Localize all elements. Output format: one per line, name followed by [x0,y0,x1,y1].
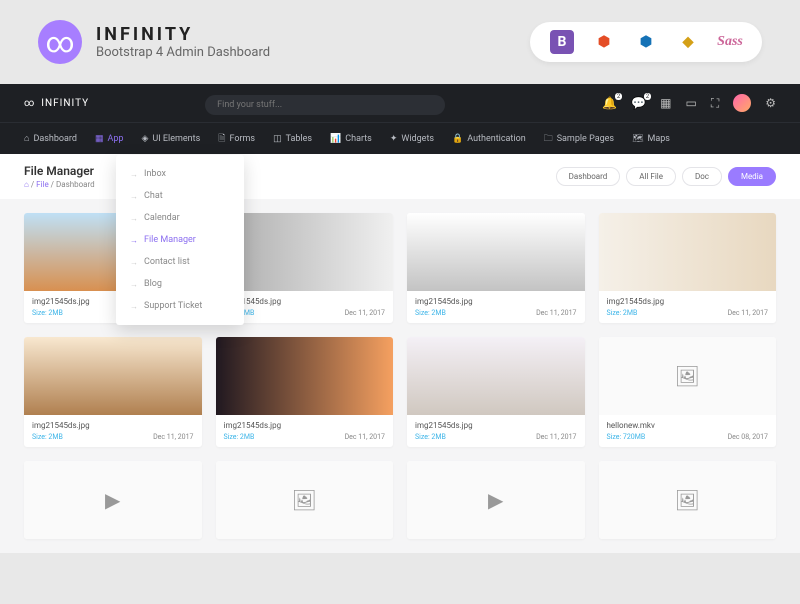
file-name: img21545ds.jpg [415,297,577,306]
file-card[interactable]: 🖼 hellonew.mkv Size: 720MB Dec 08, 2017 [599,337,777,447]
file-size: Size: 2MB [415,309,446,317]
file-thumbnail [24,337,202,415]
nav-sample-pages[interactable]: 🗀 Sample Pages [544,131,614,147]
infinity-icon: ∞ [24,98,35,109]
file-thumbnail [599,213,777,291]
search-input[interactable] [205,95,445,115]
filter-doc[interactable]: Doc [682,167,722,186]
file-size: Size: 2MB [224,433,255,441]
file-name: hellonew.mkv [607,421,769,430]
file-date: Dec 11, 2017 [345,309,385,317]
topbar: ∞ INFINITY 🔔2 💬2 ▦ ▭ ⛶ ⚙ [0,84,800,122]
image-placeholder-icon: 🖼 [599,337,777,415]
tech-badges: B ⬢ ⬢ ◆ Sass [530,22,762,62]
file-size: Size: 720MB [607,433,646,441]
settings-icon[interactable]: ⚙ [765,96,776,110]
dropdown-blog[interactable]: Blog [116,273,244,295]
file-date: Dec 08, 2017 [728,433,768,441]
nav-app[interactable]: ▦ App [95,134,124,144]
dropdown-file-manager[interactable]: File Manager [116,229,244,251]
search-container [205,92,445,115]
promo-brand: INFINITY [96,24,270,45]
page-title: File Manager [24,164,95,178]
file-thumbnail [216,337,394,415]
main-nav: ⌂ Dashboard ▦ App ◈ UI Elements 🗎 Forms … [0,122,800,154]
nav-tables[interactable]: ◫ Tables [273,134,312,144]
dropdown-support-ticket[interactable]: Support Ticket [116,295,244,317]
css3-icon: ⬢ [634,30,658,54]
dropdown-contact-list[interactable]: Contact list [116,251,244,273]
file-name: img21545ds.jpg [224,421,386,430]
image-placeholder-icon: 🖼 [599,461,777,539]
file-size: Size: 2MB [32,309,63,317]
app-brand-text: INFINITY [41,98,89,109]
nav-charts[interactable]: 📊 Charts [330,134,372,144]
file-card[interactable]: img21545ds.jpg Size: 2MB Dec 11, 2017 [599,213,777,323]
file-card[interactable]: ▶ [407,461,585,539]
file-card[interactable]: img21545ds.jpg Size: 2MB Dec 11, 2017 [216,337,394,447]
video-placeholder-icon: ▶ [24,461,202,539]
video-placeholder-icon: ▶ [407,461,585,539]
promo-logo-icon: ∞ [38,20,82,64]
apps-icon[interactable]: ▦ [660,96,671,110]
file-card[interactable]: img21545ds.jpg Size: 2MB Dec 11, 2017 [407,213,585,323]
file-name: img21545ds.jpg [415,421,577,430]
breadcrumb: ⌂ / File / Dashboard [24,180,95,189]
nav-authentication[interactable]: 🔒 Authentication [452,134,526,144]
file-card[interactable]: img21545ds.jpg Size: 2MB Dec 11, 2017 [407,337,585,447]
promo-header: ∞ INFINITY Bootstrap 4 Admin Dashboard B… [0,0,800,84]
file-date: Dec 11, 2017 [728,309,768,317]
app-brand[interactable]: ∞ INFINITY [24,98,89,109]
file-thumbnail [407,337,585,415]
crumb-file[interactable]: File [36,180,49,189]
file-thumbnail [407,213,585,291]
file-size: Size: 2MB [607,309,638,317]
notifications-icon[interactable]: 🔔2 [602,96,617,110]
file-size: Size: 2MB [32,433,63,441]
file-card[interactable]: 🖼 [216,461,394,539]
cards-icon[interactable]: ▭ [685,96,696,110]
fullscreen-icon[interactable]: ⛶ [711,96,719,111]
nav-widgets[interactable]: ✦ Widgets [390,134,434,144]
html5-icon: ⬢ [592,30,616,54]
home-icon[interactable]: ⌂ [24,180,29,189]
file-date: Dec 11, 2017 [536,309,576,317]
nav-forms[interactable]: 🗎 Forms [218,131,255,147]
messages-icon[interactable]: 💬2 [631,96,646,110]
avatar[interactable] [733,94,751,112]
dropdown-inbox[interactable]: Inbox [116,163,244,185]
grunt-icon: ◆ [676,30,700,54]
dropdown-calendar[interactable]: Calendar [116,207,244,229]
file-card[interactable]: img21545ds.jpg Size: 2MB Dec 11, 2017 [24,337,202,447]
filter-dashboard[interactable]: Dashboard [556,167,621,186]
nav-maps[interactable]: 🗺 Maps [632,134,670,144]
bootstrap-icon: B [550,30,574,54]
nav-dashboard[interactable]: ⌂ Dashboard [24,133,77,144]
file-date: Dec 11, 2017 [153,433,193,441]
dropdown-chat[interactable]: Chat [116,185,244,207]
file-date: Dec 11, 2017 [536,433,576,441]
file-name: img21545ds.jpg [32,421,194,430]
file-size: Size: 2MB [415,433,446,441]
file-date: Dec 11, 2017 [345,433,385,441]
file-name: img21545ds.jpg [607,297,769,306]
promo-tagline: Bootstrap 4 Admin Dashboard [96,45,270,60]
crumb-dashboard: Dashboard [56,180,95,189]
image-placeholder-icon: 🖼 [216,461,394,539]
nav-ui-elements[interactable]: ◈ UI Elements [141,134,200,144]
promo-text: INFINITY Bootstrap 4 Admin Dashboard [96,24,270,60]
app-dropdown: Inbox Chat Calendar File Manager Contact… [116,155,244,325]
filter-all-file[interactable]: All File [626,167,676,186]
file-card[interactable]: ▶ [24,461,202,539]
file-card[interactable]: 🖼 [599,461,777,539]
sass-icon: Sass [718,30,742,54]
file-name: img21545ds.jpg [224,297,386,306]
filter-media[interactable]: Media [728,167,776,186]
